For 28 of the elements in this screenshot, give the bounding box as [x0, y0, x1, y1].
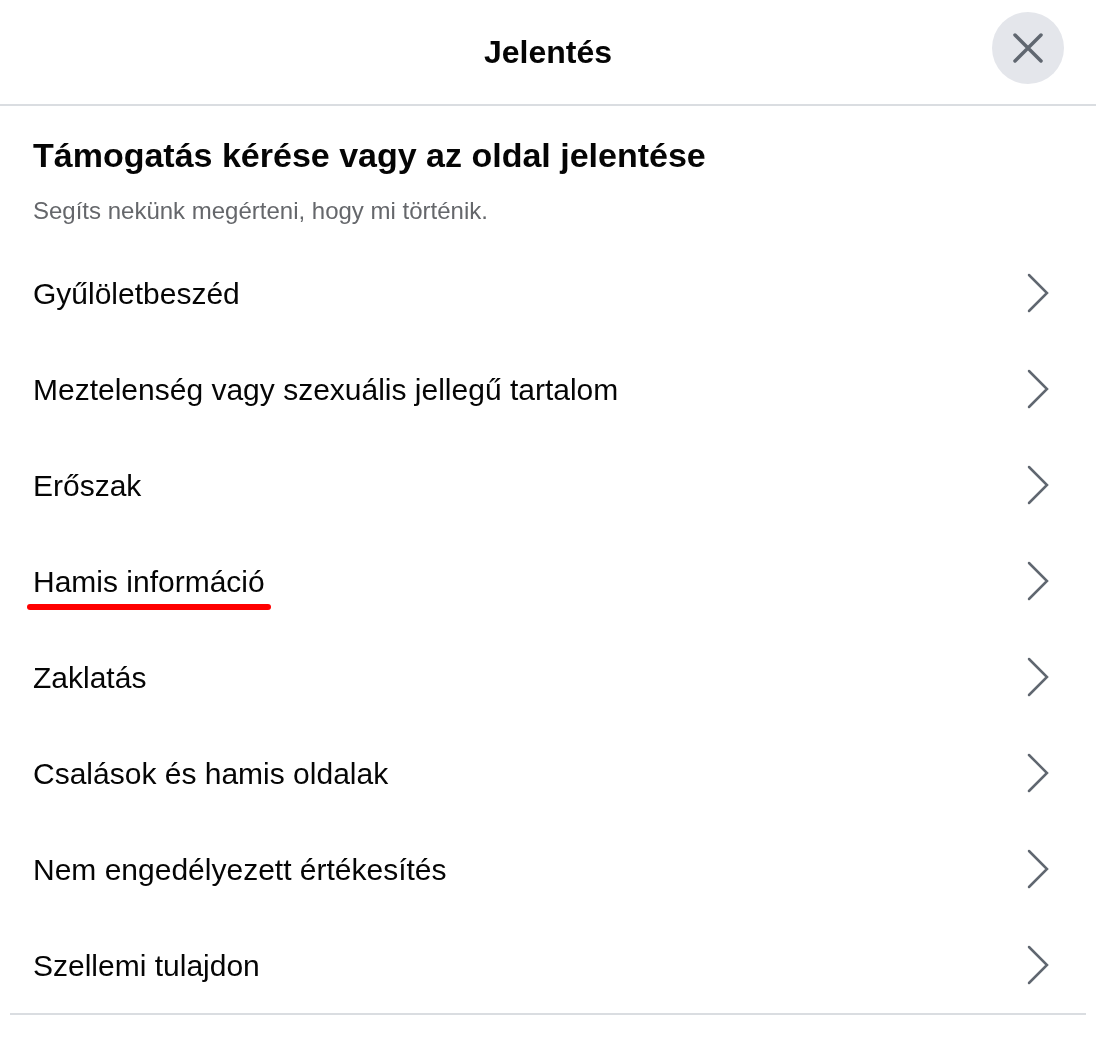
report-option[interactable]: Szellemi tulajdon [10, 917, 1086, 1013]
dialog-title: Jelentés [483, 33, 613, 72]
report-option[interactable]: Gyűlöletbeszéd [10, 245, 1086, 341]
chevron-right-icon [1026, 561, 1050, 601]
option-label: Zaklatás [33, 660, 147, 694]
chevron-right-icon [1026, 465, 1050, 505]
option-label: Szellemi tulajdon [33, 948, 260, 982]
chevron-right-icon [1026, 753, 1050, 793]
chevron-right-icon [1026, 945, 1050, 985]
report-option[interactable]: Hamis információ [10, 533, 1086, 629]
option-label: Meztelenség vagy szexuális jellegű tartalom [33, 372, 619, 406]
report-option[interactable]: Csalások és hamis oldalak [10, 725, 1086, 821]
section-heading: Támogatás kérése vagy az oldal jelentése [33, 135, 707, 176]
chevron-right-icon [1026, 369, 1050, 409]
option-label: Erőszak [33, 468, 142, 502]
report-option[interactable]: Zaklatás [10, 629, 1086, 725]
option-label: Nem engedélyezett értékesítés [33, 852, 447, 886]
report-option[interactable]: Meztelenség vagy szexuális jellegű tartalom [10, 341, 1086, 437]
report-option[interactable]: Erőszak [10, 437, 1086, 533]
chevron-right-icon [1026, 273, 1050, 313]
chevron-right-icon [1026, 657, 1050, 697]
section-subtitle: Segíts nekünk megérteni, hogy mi történik. [33, 196, 489, 226]
option-label: Hamis információ [33, 564, 265, 598]
close-icon [1013, 33, 1043, 63]
option-label: Csalások és hamis oldalak [33, 756, 389, 790]
chevron-right-icon [1026, 849, 1050, 889]
report-option[interactable]: Nem engedélyezett értékesítés [10, 821, 1086, 917]
option-label: Gyűlöletbeszéd [33, 276, 240, 310]
